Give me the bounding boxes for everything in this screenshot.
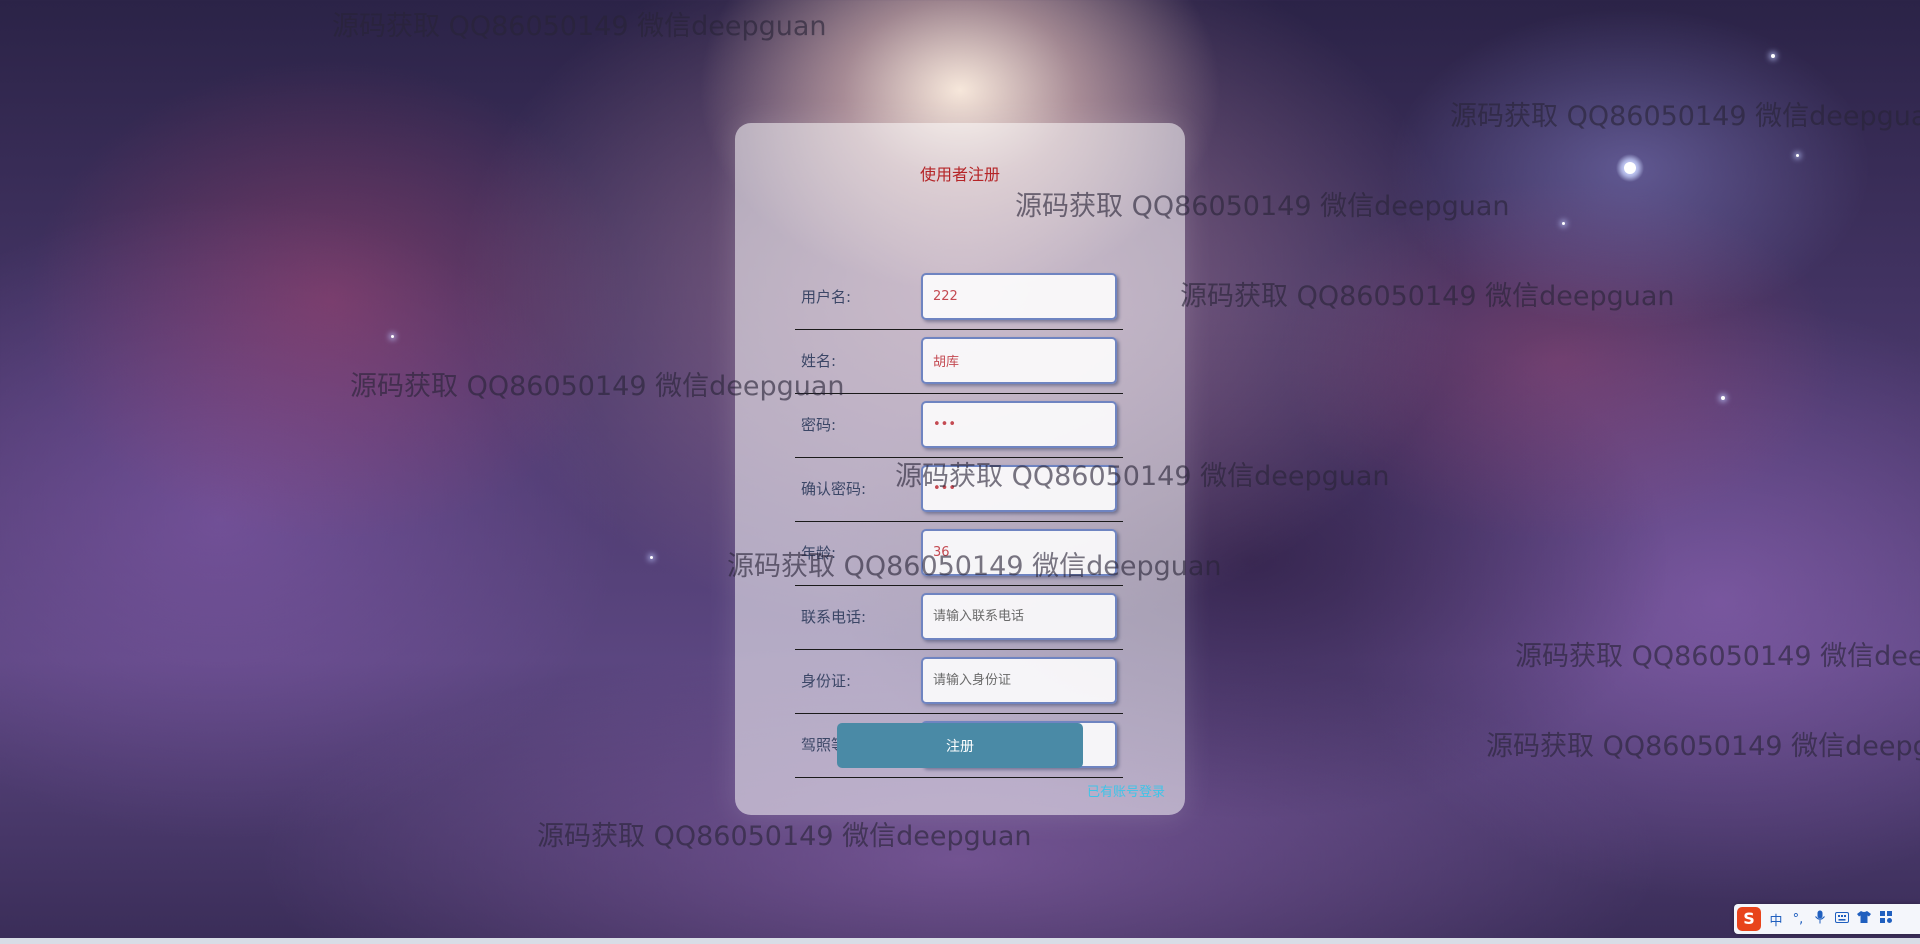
taskbar xyxy=(0,938,1920,944)
skin-icon[interactable] xyxy=(1853,911,1875,927)
password-label: 密码: xyxy=(801,416,837,434)
keyboard-icon[interactable] xyxy=(1831,911,1853,927)
watermark-text: 源码获取 QQ86050149 微信deepguan xyxy=(1450,101,1920,132)
watermark-text: 源码获取 QQ86050149 微信deepguan xyxy=(1180,281,1675,312)
ime-toolbar: S 中 °, xyxy=(1734,904,1920,934)
watermark-text: 源码获取 QQ86050149 微信deepguan xyxy=(1515,641,1920,672)
page-title: 使用者注册 xyxy=(919,165,1000,184)
watermark-text: 源码获取 QQ86050149 微信deepguan xyxy=(1486,731,1920,762)
age-label: 年龄: xyxy=(801,544,837,562)
phone-label: 联系电话: xyxy=(801,608,867,626)
star xyxy=(1796,154,1799,157)
star xyxy=(650,556,653,559)
star xyxy=(1771,54,1775,58)
form-row-password: 密码: xyxy=(795,393,1123,458)
star xyxy=(391,335,394,338)
id-card-input[interactable] xyxy=(921,657,1117,704)
toolbox-icon[interactable] xyxy=(1875,911,1897,927)
confirm-password-input[interactable] xyxy=(921,465,1117,512)
id-card-label: 身份证: xyxy=(801,672,852,690)
register-button[interactable]: 注册 xyxy=(837,723,1083,768)
watermark-text: 源码获取 QQ86050149 微信deepguan xyxy=(332,11,827,42)
name-input[interactable] xyxy=(921,337,1117,384)
username-input[interactable] xyxy=(921,273,1117,320)
form-row-phone: 联系电话: xyxy=(795,585,1123,650)
age-input[interactable] xyxy=(921,529,1117,576)
login-link[interactable]: 已有账号登录 xyxy=(1087,781,1165,800)
form-row-name: 姓名: xyxy=(795,329,1123,394)
form-row-id-card: 身份证: xyxy=(795,649,1123,714)
form-row-username: 用户名: xyxy=(795,265,1123,330)
sogou-logo-icon[interactable]: S xyxy=(1737,907,1761,931)
phone-input[interactable] xyxy=(921,593,1117,640)
microphone-icon[interactable] xyxy=(1809,910,1831,928)
ime-mode-toggle[interactable]: 中 xyxy=(1765,910,1787,929)
star xyxy=(1562,222,1565,225)
punctuation-icon[interactable]: °, xyxy=(1787,912,1809,927)
bright-star xyxy=(1624,162,1636,174)
confirm-password-label: 确认密码: xyxy=(801,480,867,498)
password-input[interactable] xyxy=(921,401,1117,448)
register-card: 使用者注册 用户名: 姓名: 密码: 确认密码: 年龄: 联系电话: 身份证: … xyxy=(735,123,1185,815)
star xyxy=(1721,396,1725,400)
form-row-confirm-password: 确认密码: xyxy=(795,457,1123,522)
username-label: 用户名: xyxy=(801,288,852,306)
watermark-text: 源码获取 QQ86050149 微信deepguan xyxy=(537,821,1032,852)
form-row-age: 年龄: xyxy=(795,521,1123,586)
name-label: 姓名: xyxy=(801,352,837,370)
